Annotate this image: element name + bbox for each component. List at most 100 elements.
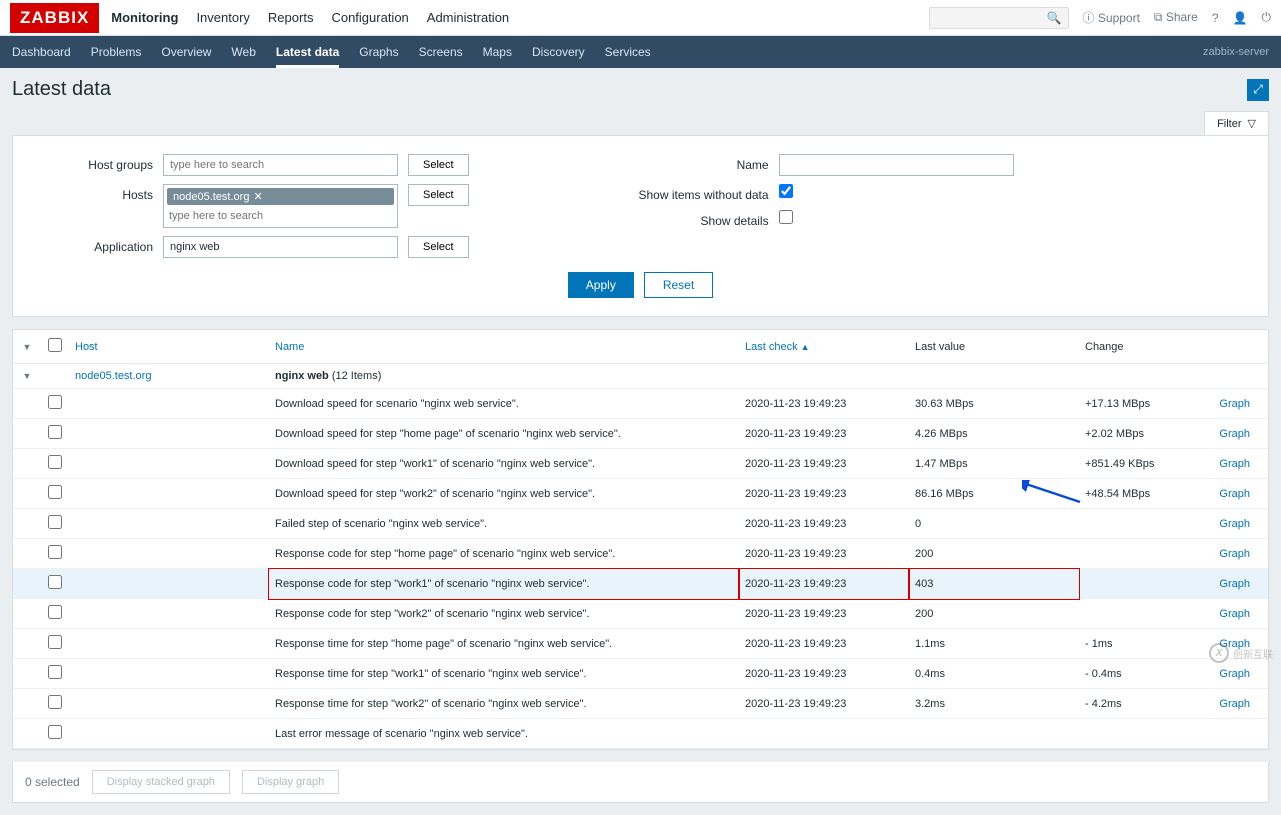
item-change: - 1ms bbox=[1079, 629, 1209, 659]
row-checkbox[interactable] bbox=[48, 725, 62, 739]
show-no-data-checkbox[interactable] bbox=[779, 184, 793, 198]
row-checkbox[interactable] bbox=[48, 425, 62, 439]
table-row: Download speed for step "home page" of s… bbox=[13, 419, 1268, 449]
table-row: Response code for step "work2" of scenar… bbox=[13, 599, 1268, 629]
subnav-dashboard[interactable]: Dashboard bbox=[12, 45, 71, 59]
row-checkbox[interactable] bbox=[48, 545, 62, 559]
subnav-web[interactable]: Web bbox=[231, 45, 255, 59]
hosts-select-button[interactable]: Select bbox=[408, 184, 469, 206]
table-row: Response code for step "work1" of scenar… bbox=[13, 569, 1268, 599]
graph-link[interactable]: Graph bbox=[1219, 608, 1250, 620]
display-graph-button[interactable]: Display graph bbox=[242, 770, 339, 794]
item-change: +851.49 KBps bbox=[1079, 449, 1209, 479]
row-checkbox[interactable] bbox=[48, 635, 62, 649]
collapse-group-icon[interactable]: ▼ bbox=[23, 371, 32, 381]
subnav-overview[interactable]: Overview bbox=[161, 45, 211, 59]
nav-inventory[interactable]: Inventory bbox=[196, 10, 249, 25]
data-table-wrap: ▼ Host Name Last check ▲ Last value Chan… bbox=[12, 329, 1269, 750]
table-footer: 0 selected Display stacked graph Display… bbox=[12, 762, 1269, 803]
subnav-screens[interactable]: Screens bbox=[419, 45, 463, 59]
graph-link[interactable]: Graph bbox=[1219, 488, 1250, 500]
top-right: 🔍 ⓘ Support ⧉ Share ? 👤 ⏻ bbox=[929, 7, 1271, 29]
share-link[interactable]: ⧉ Share bbox=[1154, 10, 1198, 25]
item-change bbox=[1079, 719, 1209, 749]
group-host-link[interactable]: node05.test.org bbox=[75, 370, 151, 382]
row-checkbox[interactable] bbox=[48, 695, 62, 709]
graph-link[interactable]: Graph bbox=[1219, 578, 1250, 590]
item-name: Download speed for scenario "nginx web s… bbox=[269, 389, 739, 419]
nav-administration[interactable]: Administration bbox=[427, 10, 509, 25]
logo[interactable]: ZABBIX bbox=[10, 3, 99, 33]
help-icon[interactable]: ? bbox=[1212, 11, 1219, 25]
table-row: Last error message of scenario "nginx we… bbox=[13, 719, 1268, 749]
item-last-check: 2020-11-23 19:49:23 bbox=[739, 479, 909, 509]
sort-asc-icon: ▲ bbox=[801, 342, 810, 352]
graph-link[interactable]: Graph bbox=[1219, 458, 1250, 470]
graph-link[interactable]: Graph bbox=[1219, 398, 1250, 410]
subnav-discovery[interactable]: Discovery bbox=[532, 45, 585, 59]
table-row: Failed step of scenario "nginx web servi… bbox=[13, 509, 1268, 539]
subnav-graphs[interactable]: Graphs bbox=[359, 45, 398, 59]
col-name[interactable]: Name bbox=[275, 341, 304, 353]
row-checkbox[interactable] bbox=[48, 485, 62, 499]
item-change bbox=[1079, 539, 1209, 569]
graph-link[interactable]: Graph bbox=[1219, 518, 1250, 530]
subnav-services[interactable]: Services bbox=[605, 45, 651, 59]
filter-toggle[interactable]: Filter ▽ bbox=[1204, 111, 1269, 135]
hosts-multiselect[interactable]: node05.test.org✕ bbox=[163, 184, 398, 228]
graph-link[interactable]: Graph bbox=[1219, 668, 1250, 680]
apply-button[interactable]: Apply bbox=[568, 272, 634, 298]
row-checkbox[interactable] bbox=[48, 455, 62, 469]
power-icon[interactable]: ⏻ bbox=[1262, 10, 1272, 25]
show-details-label: Show details bbox=[619, 210, 769, 228]
application-select-button[interactable]: Select bbox=[408, 236, 469, 258]
hosts-input[interactable] bbox=[167, 208, 394, 224]
name-label: Name bbox=[619, 154, 769, 172]
page-title: Latest data bbox=[12, 78, 111, 101]
sub-nav: Dashboard Problems Overview Web Latest d… bbox=[0, 36, 1281, 68]
item-last-value: 200 bbox=[909, 599, 1079, 629]
row-checkbox[interactable] bbox=[48, 575, 62, 589]
graph-link[interactable]: Graph bbox=[1219, 548, 1250, 560]
item-change: +48.54 MBps bbox=[1079, 479, 1209, 509]
hostgroups-input[interactable] bbox=[163, 154, 398, 176]
show-details-checkbox[interactable] bbox=[779, 210, 793, 224]
col-host[interactable]: Host bbox=[75, 341, 98, 353]
filter-icon: ▽ bbox=[1248, 117, 1256, 130]
nav-configuration[interactable]: Configuration bbox=[331, 10, 408, 25]
graph-link[interactable]: Graph bbox=[1219, 698, 1250, 710]
table-row: Response code for step "home page" of sc… bbox=[13, 539, 1268, 569]
row-checkbox[interactable] bbox=[48, 665, 62, 679]
select-all-checkbox[interactable] bbox=[48, 338, 62, 352]
global-search[interactable]: 🔍 bbox=[929, 7, 1069, 29]
hostgroups-select-button[interactable]: Select bbox=[408, 154, 469, 176]
row-checkbox[interactable] bbox=[48, 515, 62, 529]
support-link[interactable]: ⓘ Support bbox=[1083, 9, 1140, 26]
row-checkbox[interactable] bbox=[48, 605, 62, 619]
name-input[interactable] bbox=[779, 154, 1014, 176]
selected-count: 0 selected bbox=[25, 775, 80, 789]
item-name: Download speed for step "work1" of scena… bbox=[269, 449, 739, 479]
subnav-latest-data[interactable]: Latest data bbox=[276, 45, 339, 68]
col-last-check[interactable]: Last check ▲ bbox=[745, 341, 810, 353]
subnav-problems[interactable]: Problems bbox=[91, 45, 142, 59]
nav-reports[interactable]: Reports bbox=[268, 10, 314, 25]
remove-tag-icon[interactable]: ✕ bbox=[253, 190, 262, 203]
nav-monitoring[interactable]: Monitoring bbox=[111, 10, 178, 25]
fullscreen-button[interactable]: ⤢ bbox=[1247, 79, 1269, 101]
item-last-value: 86.16 MBps bbox=[909, 479, 1079, 509]
reset-button[interactable]: Reset bbox=[644, 272, 713, 298]
user-icon[interactable]: 👤 bbox=[1233, 11, 1248, 25]
application-input[interactable] bbox=[163, 236, 398, 258]
title-row: Latest data ⤢ bbox=[0, 68, 1281, 111]
item-last-check bbox=[739, 719, 909, 749]
graph-link[interactable]: Graph bbox=[1219, 428, 1250, 440]
subnav-maps[interactable]: Maps bbox=[483, 45, 512, 59]
application-label: Application bbox=[53, 236, 153, 254]
item-last-check: 2020-11-23 19:49:23 bbox=[739, 539, 909, 569]
display-stacked-graph-button[interactable]: Display stacked graph bbox=[92, 770, 230, 794]
host-tag[interactable]: node05.test.org✕ bbox=[167, 188, 394, 205]
row-checkbox[interactable] bbox=[48, 395, 62, 409]
top-bar: ZABBIX Monitoring Inventory Reports Conf… bbox=[0, 0, 1281, 36]
collapse-all-icon[interactable]: ▼ bbox=[23, 342, 32, 352]
